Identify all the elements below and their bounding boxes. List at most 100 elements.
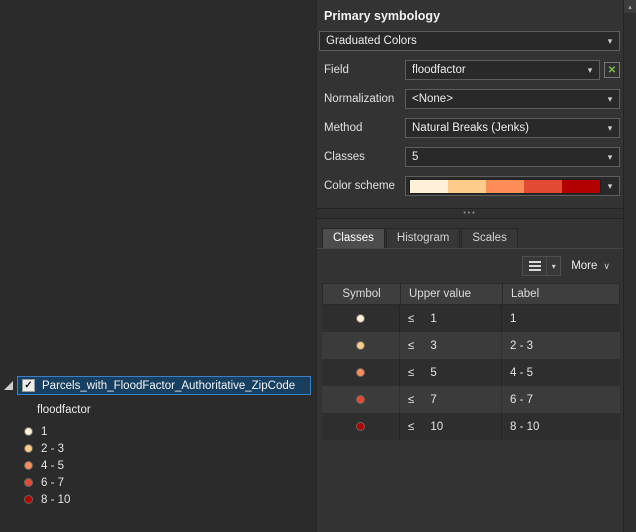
less-equal-sign: ≤ xyxy=(408,339,415,352)
label-cell[interactable]: 1 xyxy=(502,305,620,332)
normalization-dropdown[interactable]: <None> ▾ xyxy=(405,89,620,109)
table-row[interactable]: ≤1 1 xyxy=(322,305,620,332)
set-expression-button[interactable]: ✕ xyxy=(604,62,620,78)
pane-title: Primary symbology xyxy=(324,9,441,23)
label-cell[interactable]: 2 - 3 xyxy=(502,332,620,359)
legend-symbol-dot xyxy=(24,461,33,470)
layer-row: ✓ Parcels_with_FloodFactor_Authoritative… xyxy=(0,376,316,396)
more-menu-button[interactable]: More ∨ xyxy=(571,260,610,272)
class-symbol-dot[interactable] xyxy=(356,395,365,404)
field-row: Field floodfactor ▾ ✕ xyxy=(319,60,620,80)
table-row[interactable]: ≤7 6 - 7 xyxy=(322,386,620,413)
table-body: ≤1 1 ≤3 2 - 3 ≤5 4 - 5 ≤7 6 - 7 ≤10 8 - … xyxy=(322,305,620,440)
more-label: More xyxy=(571,260,598,272)
chevron-down-icon: ▾ xyxy=(607,93,613,104)
class-symbol-dot[interactable] xyxy=(356,314,365,323)
chevron-down-icon: ∨ xyxy=(603,260,610,271)
legend-symbol-dot xyxy=(24,444,33,453)
tab-scales[interactable]: Scales xyxy=(461,228,518,248)
less-equal-sign: ≤ xyxy=(408,393,415,406)
classes-table: Symbol Upper value Label ≤1 1 ≤3 2 - 3 ≤… xyxy=(322,283,620,440)
method-value: Natural Breaks (Jenks) xyxy=(412,122,529,134)
view-options-group: ▾ xyxy=(522,256,562,276)
pane-splitter[interactable]: ••• xyxy=(317,208,623,219)
classes-toolbar: ▾ More ∨ xyxy=(317,254,610,278)
legend-label: 2 - 3 xyxy=(41,442,65,455)
legend-item: 8 - 10 xyxy=(0,491,316,508)
list-view-dropdown-button[interactable]: ▾ xyxy=(546,257,560,275)
upper-value-cell[interactable]: ≤3 xyxy=(400,332,502,359)
legend-label: 8 - 10 xyxy=(41,493,71,506)
layer-legend: 1 2 - 3 4 - 5 6 - 7 8 - 10 xyxy=(0,423,316,508)
symbol-cell[interactable] xyxy=(322,386,400,413)
chevron-down-icon: ▾ xyxy=(607,151,613,162)
field-label: Field xyxy=(324,64,349,76)
normalization-value: <None> xyxy=(412,93,453,105)
legend-symbol-dot xyxy=(24,478,33,487)
table-row[interactable]: ≤10 8 - 10 xyxy=(322,413,620,440)
legend-label: 4 - 5 xyxy=(41,459,65,472)
classes-tabstrip: Classes Histogram Scales xyxy=(317,228,623,249)
upper-value: 3 xyxy=(430,339,437,352)
legend-label: 6 - 7 xyxy=(41,476,65,489)
vertical-scrollbar[interactable]: ▴ xyxy=(623,0,636,532)
chevron-down-icon: ▾ xyxy=(607,35,613,46)
symbology-type-value: Graduated Colors xyxy=(326,35,417,47)
less-equal-sign: ≤ xyxy=(408,366,415,379)
table-row[interactable]: ≤5 4 - 5 xyxy=(322,359,620,386)
legend-item: 4 - 5 xyxy=(0,457,316,474)
method-row: Method Natural Breaks (Jenks) ▾ xyxy=(319,118,620,138)
scroll-up-button[interactable]: ▴ xyxy=(624,0,636,13)
layer-item-selected[interactable]: ✓ Parcels_with_FloodFactor_Authoritative… xyxy=(17,376,311,395)
layer-expander-icon[interactable] xyxy=(4,381,13,390)
classes-row: Classes 5 ▾ xyxy=(319,147,620,167)
symbology-type-dropdown[interactable]: Graduated Colors ▾ xyxy=(319,31,620,51)
symbol-cell[interactable] xyxy=(322,305,400,332)
chevron-down-icon: ▾ xyxy=(607,180,613,191)
class-symbol-dot[interactable] xyxy=(356,422,365,431)
class-symbol-dot[interactable] xyxy=(356,368,365,377)
label-cell[interactable]: 8 - 10 xyxy=(502,413,620,440)
color-ramp xyxy=(409,178,601,194)
list-icon xyxy=(528,261,541,271)
classes-value: 5 xyxy=(412,151,419,163)
field-value: floodfactor xyxy=(412,64,466,76)
chevron-down-icon: ▾ xyxy=(587,64,593,75)
column-header-symbol[interactable]: Symbol xyxy=(323,284,401,304)
upper-value-cell[interactable]: ≤7 xyxy=(400,386,502,413)
list-view-button[interactable] xyxy=(523,257,546,275)
color-scheme-dropdown[interactable]: ▾ xyxy=(405,176,620,196)
normalization-label: Normalization xyxy=(324,93,395,105)
tab-classes[interactable]: Classes xyxy=(322,228,385,248)
upper-value-cell[interactable]: ≤5 xyxy=(400,359,502,386)
label-cell[interactable]: 4 - 5 xyxy=(502,359,620,386)
splitter-grip-icon: ••• xyxy=(463,210,477,217)
legend-symbol-dot xyxy=(24,495,33,504)
legend-symbol-dot xyxy=(24,427,33,436)
classes-dropdown[interactable]: 5 ▾ xyxy=(405,147,620,167)
legend-item: 1 xyxy=(0,423,316,440)
method-dropdown[interactable]: Natural Breaks (Jenks) ▾ xyxy=(405,118,620,138)
symbol-cell[interactable] xyxy=(322,359,400,386)
label-cell[interactable]: 6 - 7 xyxy=(502,386,620,413)
layer-visibility-checkbox[interactable]: ✓ xyxy=(22,379,35,392)
table-row[interactable]: ≤3 2 - 3 xyxy=(322,332,620,359)
normalization-row: Normalization <None> ▾ xyxy=(319,89,620,109)
field-dropdown[interactable]: floodfactor ▾ xyxy=(405,60,600,80)
upper-value: 10 xyxy=(430,420,444,433)
upper-value-cell[interactable]: ≤1 xyxy=(400,305,502,332)
column-header-label[interactable]: Label xyxy=(503,284,619,304)
symbol-cell[interactable] xyxy=(322,413,400,440)
upper-value: 5 xyxy=(430,366,437,379)
method-label: Method xyxy=(324,122,363,134)
upper-value: 7 xyxy=(430,393,437,406)
layer-name: Parcels_with_FloodFactor_Authoritative_Z… xyxy=(42,379,296,392)
symbol-cell[interactable] xyxy=(322,332,400,359)
less-equal-sign: ≤ xyxy=(408,312,415,325)
color-scheme-row: Color scheme ▾ xyxy=(319,176,620,196)
upper-value-cell[interactable]: ≤10 xyxy=(400,413,502,440)
column-header-upper-value[interactable]: Upper value xyxy=(401,284,503,304)
contents-pane: ✓ Parcels_with_FloodFactor_Authoritative… xyxy=(0,376,316,508)
tab-histogram[interactable]: Histogram xyxy=(385,228,461,248)
class-symbol-dot[interactable] xyxy=(356,341,365,350)
